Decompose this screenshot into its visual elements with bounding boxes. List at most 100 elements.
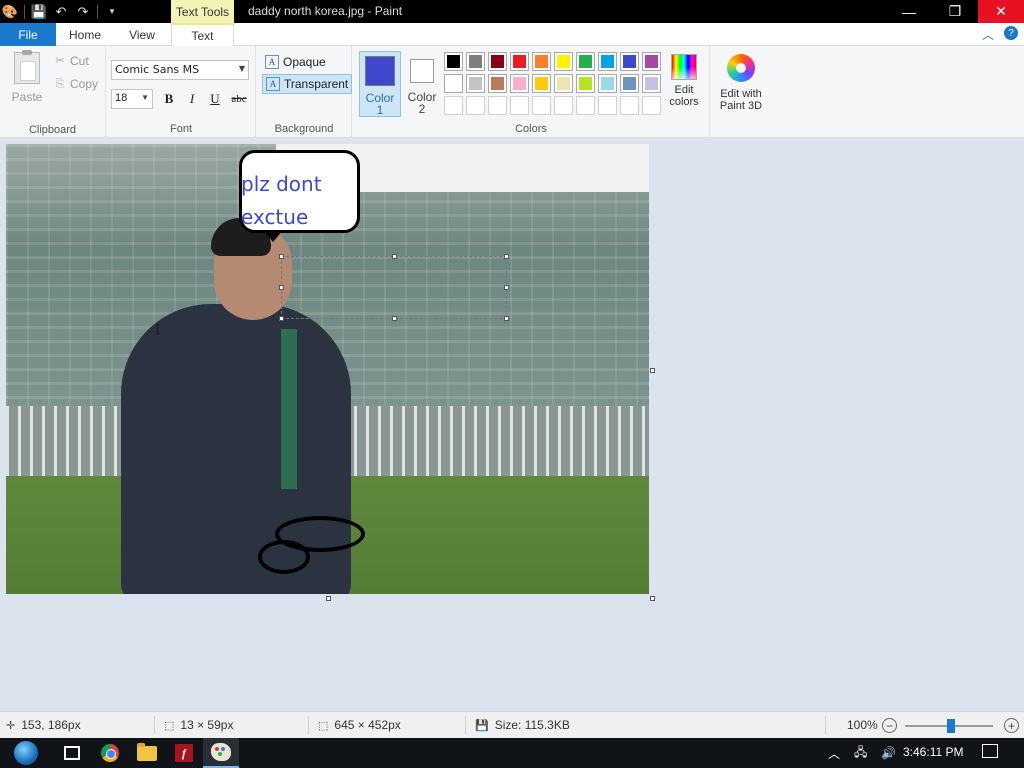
minimize-button[interactable]: — [886,0,932,23]
bold-button[interactable]: B [160,90,178,108]
edit-colors-button[interactable]: Edit colors [664,52,704,108]
resize-handle[interactable] [279,285,284,290]
copy-label: Copy [70,77,99,91]
taskbar-chrome[interactable] [92,738,128,768]
palette-swatch[interactable] [444,96,463,115]
canvas-resize-handle[interactable] [326,596,331,601]
canvas-resize-handle[interactable] [650,596,655,601]
palette-swatch[interactable] [554,96,573,115]
palette-swatch[interactable] [554,74,573,93]
taskbar-flash[interactable]: f [166,738,202,768]
palette-swatch[interactable] [642,74,661,93]
palette-swatch[interactable] [510,96,529,115]
undo-icon[interactable]: ↶ [53,4,69,20]
network-icon[interactable]: 🖧 [854,743,867,764]
tab-view[interactable]: View [114,23,170,46]
palette-swatch[interactable] [444,52,463,71]
copy-button[interactable]: ⎘ Copy [54,77,98,91]
strikethrough-button[interactable]: abc [229,90,249,108]
underline-button[interactable]: U [206,90,224,108]
color1-label: Color 1 [365,91,395,117]
resize-handle[interactable] [279,316,284,321]
palette-swatch[interactable] [510,74,529,93]
customize-dropdown-icon[interactable]: ▾ [104,4,120,20]
redo-icon[interactable]: ↷ [75,4,91,20]
tab-text[interactable]: Text [171,23,234,47]
resize-handle[interactable] [392,316,397,321]
palette-swatch[interactable] [444,74,463,93]
task-view-button[interactable] [54,738,90,768]
maximize-button[interactable]: ❐ [932,0,978,23]
resize-handle[interactable] [504,254,509,259]
close-button[interactable]: ✕ [978,0,1024,23]
taskbar-clock[interactable]: 3:46:11 PM [903,745,963,759]
palette-swatch[interactable] [576,52,595,71]
file-size-value: Size: 115.3KB [494,718,570,732]
palette-swatch[interactable] [488,96,507,115]
palette-swatch[interactable] [598,52,617,71]
palette-swatch[interactable] [554,52,573,71]
taskbar-file-explorer[interactable] [129,738,165,768]
font-family-select[interactable]: Comic Sans MS ▼ [111,60,249,80]
swatch-fill [579,77,592,90]
canvas-resize-handle[interactable] [650,368,655,373]
paint-app-icon[interactable]: 🎨 [2,4,18,20]
palette-swatch[interactable] [510,52,529,71]
ribbon-tabs: File Home View Text ︿ ? [0,23,1024,47]
taskbar-paint[interactable] [203,738,239,768]
color-spectrum-icon [671,54,697,80]
palette-swatch[interactable] [488,52,507,71]
opaque-button[interactable]: A Opaque [262,52,329,72]
palette-swatch[interactable] [642,96,661,115]
palette-swatch[interactable] [466,74,485,93]
font-size-select[interactable]: 18 ▼ [111,89,153,109]
palette-swatch[interactable] [642,52,661,71]
paste-button[interactable]: Paste [8,50,46,104]
swatch-fill [513,77,526,90]
volume-icon[interactable]: 🔊 [881,746,896,760]
swatch-fill [623,55,636,68]
help-icon[interactable]: ? [1004,26,1018,40]
palette-swatch[interactable] [532,52,551,71]
palette-swatch[interactable] [576,74,595,93]
palette-swatch[interactable] [466,96,485,115]
color1-button[interactable]: Color 1 [359,51,401,117]
save-icon[interactable]: 💾 [31,4,47,20]
collapse-ribbon-icon[interactable]: ︿ [982,26,994,43]
resize-handle[interactable] [279,254,284,259]
palette-swatch[interactable] [532,74,551,93]
palette-swatch[interactable] [576,96,595,115]
chevron-up-icon[interactable]: ︿ [828,745,840,762]
zoom-slider-thumb[interactable] [947,719,955,733]
copy-icon: ⎘ [55,78,65,90]
resize-handle[interactable] [504,285,509,290]
palette-swatch[interactable] [598,96,617,115]
zoom-out-button[interactable]: − [882,718,897,733]
chrome-icon [101,744,119,762]
tab-file[interactable]: File [0,23,56,46]
color2-button[interactable]: Color 2 [403,51,441,117]
palette-swatch[interactable] [488,74,507,93]
bubble-text[interactable]: plz dont exctue me [241,168,361,234]
tab-home[interactable]: Home [56,23,114,46]
palette-swatch[interactable] [532,96,551,115]
resize-handle[interactable] [504,316,509,321]
swatch-fill [645,99,658,112]
edit-with-paint3d-button[interactable]: Edit with Paint 3D [712,52,770,112]
palette-swatch[interactable] [620,74,639,93]
resize-handle[interactable] [392,254,397,259]
zoom-in-button[interactable]: + [1004,718,1019,733]
transparent-label: Transparent [284,77,349,91]
text-selection-box[interactable] [279,254,509,321]
transparent-button[interactable]: A Transparent [262,74,353,94]
font-family-value: Comic Sans MS [115,63,200,76]
swatch-fill [535,99,548,112]
palette-swatch[interactable] [620,96,639,115]
palette-swatch[interactable] [466,52,485,71]
italic-button[interactable]: I [183,90,201,108]
cut-button[interactable]: ✂ Cut [54,54,88,68]
palette-swatch[interactable] [598,74,617,93]
notification-center-icon[interactable] [982,744,998,758]
palette-swatch[interactable] [620,52,639,71]
start-button[interactable] [8,738,44,768]
